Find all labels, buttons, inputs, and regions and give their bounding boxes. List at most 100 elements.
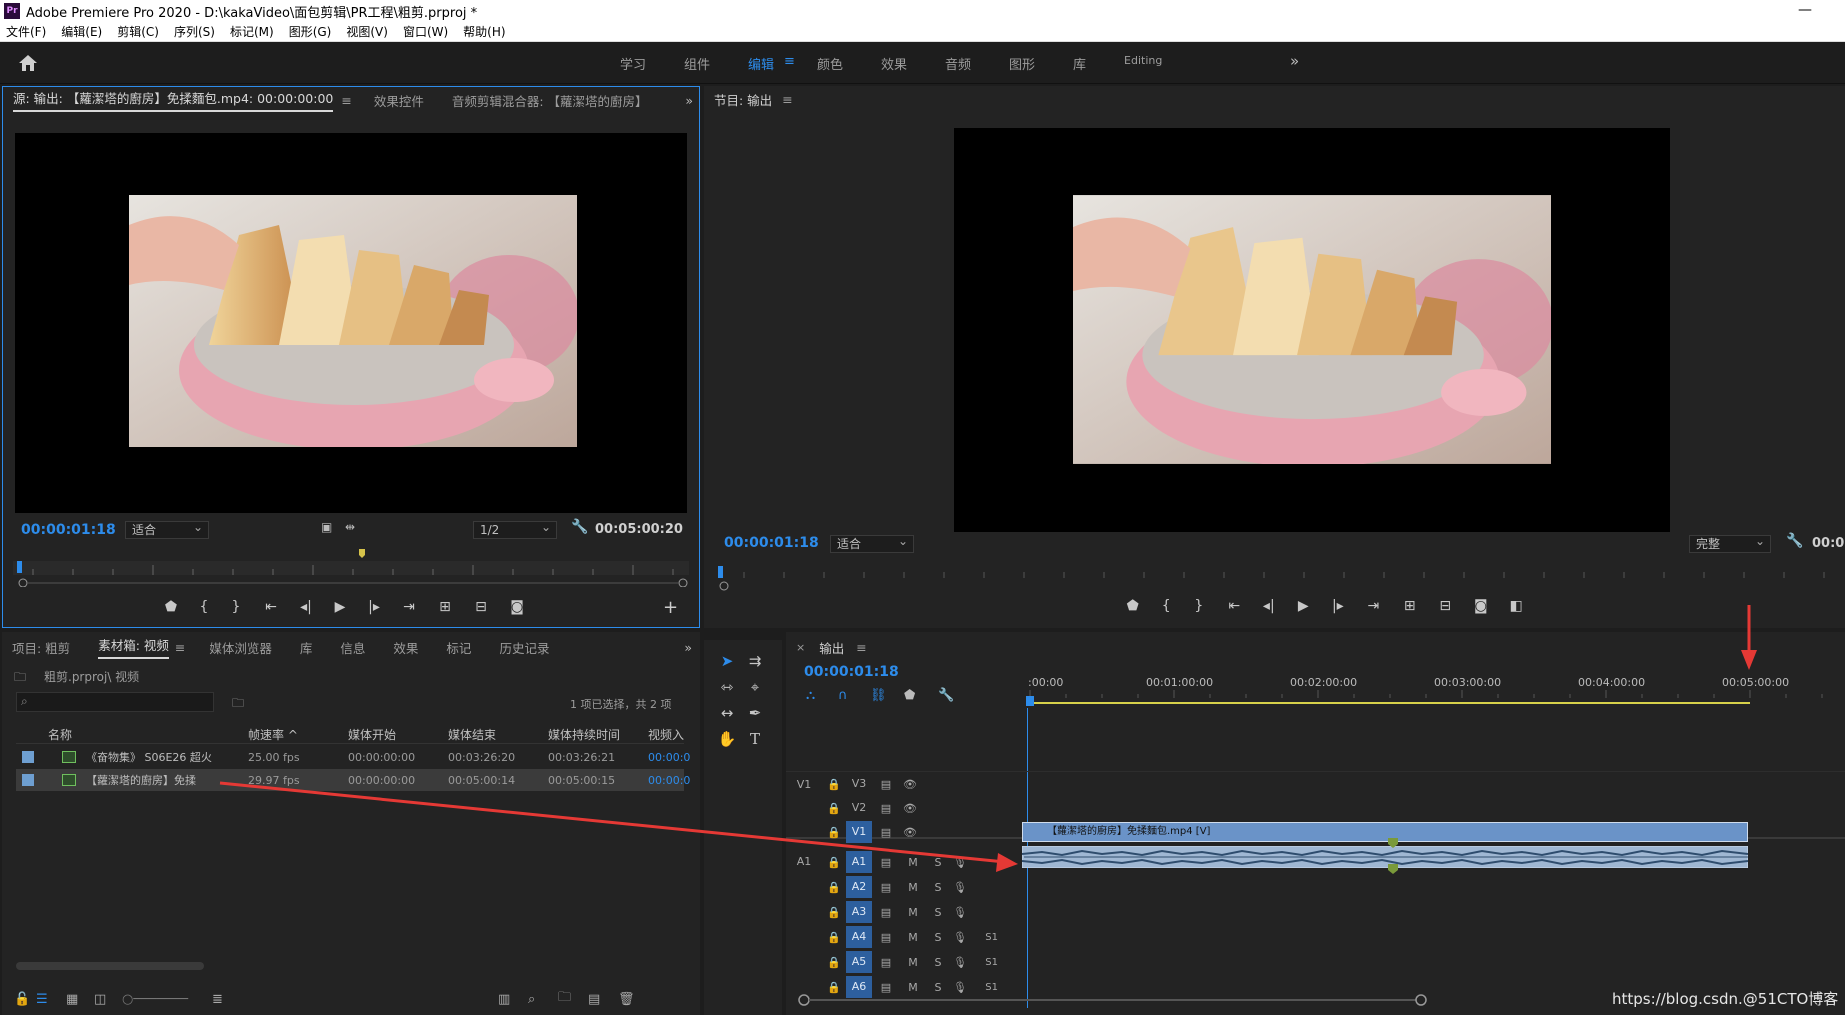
lock-track-icon[interactable]: 🔒 — [822, 778, 846, 791]
eye-icon[interactable]: 👁 — [900, 778, 920, 791]
col-media-end[interactable]: 媒体结束 — [448, 726, 496, 743]
lock-track-icon[interactable]: 🔒 — [822, 802, 846, 815]
mark-out-icon[interactable]: } — [219, 599, 253, 615]
sync-lock-icon[interactable]: ▤ — [872, 802, 900, 815]
program-export-frame-icon[interactable]: ◙ — [1463, 598, 1499, 614]
menu-view[interactable]: 视图(V) — [346, 23, 388, 40]
sync-lock-icon[interactable]: ▤ — [872, 931, 900, 944]
add-marker-icon[interactable]: ⬟ — [153, 599, 189, 615]
timeline-timecode[interactable]: 00:00:01:18 — [804, 664, 899, 680]
source-panel-overflow-icon[interactable]: » — [685, 93, 693, 108]
source-settings-wrench-icon[interactable]: 🔧 — [571, 519, 588, 535]
tab-libraries[interactable]: 库 — [300, 638, 313, 657]
ripple-edit-tool-icon[interactable]: ⇿ — [716, 676, 738, 698]
eye-icon[interactable]: 👁 — [900, 826, 920, 839]
source-panel-menu-icon[interactable]: ≡ — [341, 93, 351, 108]
find-icon[interactable]: ⌕ — [528, 992, 558, 1007]
source-timecode[interactable]: 00:00:01:18 — [21, 522, 116, 538]
menu-window[interactable]: 窗口(W) — [403, 23, 448, 40]
voice-over-icon[interactable]: 🎙 — [950, 956, 970, 969]
track-label[interactable]: A3 — [846, 901, 872, 923]
audio-clip[interactable] — [1022, 846, 1748, 868]
program-mark-in-icon[interactable]: { — [1151, 598, 1181, 614]
video-clip[interactable]: 【蘿潔塔的廚房】免揉麵包.mp4 [V] — [1022, 822, 1748, 842]
track-select-tool-icon[interactable]: ⇉ — [744, 650, 766, 672]
solo-button[interactable]: S — [926, 856, 950, 869]
track-label[interactable]: A5 — [846, 951, 872, 973]
menu-help[interactable]: 帮助(H) — [463, 23, 505, 40]
track-label[interactable]: V2 — [846, 797, 872, 819]
voice-over-icon[interactable]: 🎙 — [950, 856, 970, 869]
lock-track-icon[interactable]: 🔒 — [822, 881, 846, 894]
menu-edit[interactable]: 编辑(E) — [61, 23, 102, 40]
workspace-tab-editing[interactable]: 编辑 — [748, 54, 774, 73]
track-label[interactable]: A4 — [846, 926, 872, 948]
tab-info[interactable]: 信息 — [340, 638, 365, 657]
home-icon[interactable] — [18, 54, 38, 72]
source-patch[interactable]: V1 — [786, 778, 822, 791]
step-forward-icon[interactable]: |▸ — [357, 599, 391, 615]
mute-button[interactable]: M — [900, 881, 926, 894]
label-color-swatch[interactable] — [22, 751, 34, 763]
bin-row[interactable]: 【蘿潔塔的廚房】免揉 29.97 fps 00:00:00:00 00:05:0… — [16, 769, 690, 791]
project-panel-overflow-icon[interactable]: » — [684, 640, 692, 655]
drag-video-audio-icon[interactable]: ⇹ — [345, 520, 355, 534]
sync-lock-icon[interactable]: ▤ — [872, 778, 900, 791]
menu-clip[interactable]: 剪辑(C) — [117, 23, 159, 40]
track-label[interactable]: A1 — [846, 851, 872, 873]
tab-markers[interactable]: 标记 — [446, 638, 471, 657]
source-video-display[interactable] — [15, 133, 687, 513]
sequence-tab[interactable]: 输出 — [819, 638, 844, 657]
tab-history[interactable]: 历史记录 — [499, 638, 549, 657]
zoom-slider[interactable]: ○─────── — [122, 992, 202, 1007]
close-sequence-icon[interactable]: × — [796, 641, 805, 654]
voice-over-icon[interactable]: 🎙 — [950, 906, 970, 919]
list-view-icon[interactable]: ☰ — [36, 992, 66, 1007]
play-icon[interactable]: ▶ — [323, 599, 357, 615]
source-time-ruler[interactable] — [13, 543, 693, 587]
program-time-ruler[interactable] — [704, 558, 1845, 598]
program-title[interactable]: 节目: 输出 — [714, 90, 772, 109]
eye-icon[interactable]: 👁 — [900, 802, 920, 815]
program-go-to-in-icon[interactable]: ⇤ — [1217, 598, 1253, 614]
voice-over-icon[interactable]: 🎙 — [950, 931, 970, 944]
program-step-back-icon[interactable]: ◂| — [1252, 598, 1286, 614]
bin-menu-icon[interactable]: ≡ — [175, 640, 185, 655]
source-zoom-select[interactable]: 适合 — [125, 519, 209, 539]
extract-icon[interactable]: ⊟ — [1428, 598, 1464, 614]
lift-icon[interactable]: ⊞ — [1392, 598, 1428, 614]
tab-media-browser[interactable]: 媒体浏览器 — [209, 638, 272, 657]
mute-button[interactable]: M — [900, 906, 926, 919]
program-quality-select[interactable]: 完整 — [1689, 533, 1771, 553]
go-to-in-icon[interactable]: ⇤ — [253, 599, 289, 615]
razor-tool-icon[interactable]: ⌖ — [744, 676, 766, 698]
lock-track-icon[interactable]: 🔒 — [822, 931, 846, 944]
workspace-tab-color[interactable]: 颜色 — [817, 54, 843, 73]
overwrite-icon[interactable]: ⊟ — [463, 599, 499, 615]
program-video-display[interactable] — [954, 128, 1670, 532]
bin-horizontal-scrollbar[interactable] — [16, 962, 204, 970]
workspace-tab-effects[interactable]: 效果 — [881, 54, 907, 73]
sync-lock-icon[interactable]: ▤ — [872, 826, 900, 839]
freeform-view-icon[interactable]: ◫ — [94, 992, 122, 1007]
program-settings-wrench-icon[interactable]: 🔧 — [1786, 533, 1803, 549]
type-tool-icon[interactable]: T — [744, 728, 766, 750]
menu-graphics[interactable]: 图形(G) — [289, 23, 332, 40]
automate-to-sequence-icon[interactable]: ▥ — [498, 992, 528, 1007]
program-mark-out-icon[interactable]: } — [1181, 598, 1217, 614]
snap-icon[interactable]: ∩ — [838, 688, 870, 703]
pen-tool-icon[interactable]: ✒ — [744, 702, 766, 724]
menu-file[interactable]: 文件(F) — [6, 23, 46, 40]
bin-row[interactable]: 《奋物集》 S06E26 超火 25.00 fps 00:00:00:00 00… — [16, 746, 690, 768]
tab-bin-video[interactable]: 素材箱: 视频 — [98, 635, 169, 659]
voice-over-icon[interactable]: 🎙 — [950, 881, 970, 894]
tab-project[interactable]: 项目: 粗剪 — [12, 638, 70, 657]
tab-effect-controls[interactable]: 效果控件 — [374, 91, 424, 110]
lock-track-icon[interactable]: 🔒 — [822, 956, 846, 969]
mark-in-out-icon[interactable]: ▣ — [321, 520, 332, 534]
col-frame-rate[interactable]: 帧速率 ^ — [248, 726, 298, 743]
program-panel-menu-icon[interactable]: ≡ — [782, 92, 792, 107]
tab-effects[interactable]: 效果 — [393, 638, 418, 657]
col-video-in[interactable]: 视频入 — [648, 726, 684, 743]
solo-button[interactable]: S — [926, 956, 950, 969]
